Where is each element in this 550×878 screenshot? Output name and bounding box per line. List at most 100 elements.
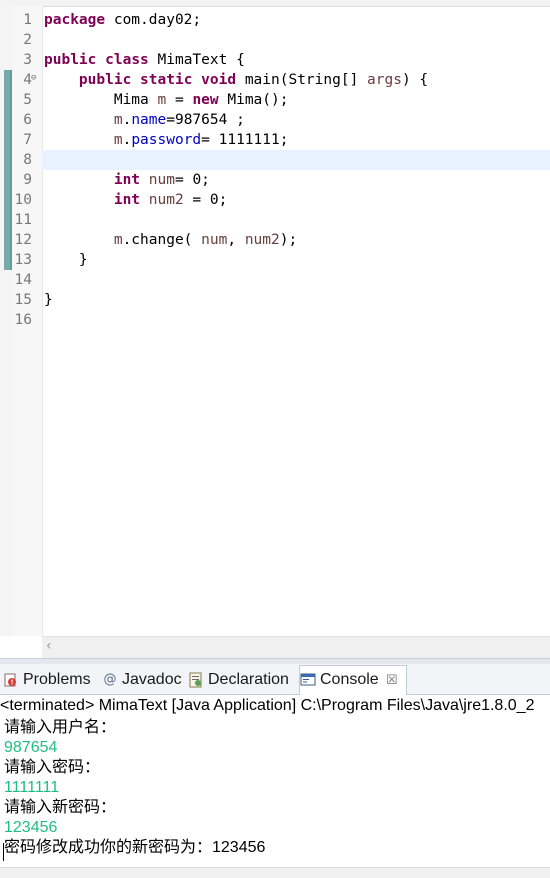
console-input-line: 1111111 bbox=[4, 779, 60, 796]
line-number: 6 bbox=[23, 112, 32, 128]
code-line[interactable]: 11 bbox=[0, 210, 550, 230]
keyword-token: void bbox=[201, 72, 237, 88]
code-token: . bbox=[122, 132, 132, 148]
code-token: = bbox=[166, 92, 193, 108]
problems-icon bbox=[3, 672, 19, 688]
code-text: } bbox=[44, 250, 88, 270]
code-editor[interactable]: 1 package com.day02; 2 3 public class MimaTe… bbox=[0, 0, 550, 660]
variable-token: m bbox=[113, 112, 123, 128]
tab-console[interactable]: Console ☒ bbox=[299, 665, 407, 696]
keyword-token: new bbox=[192, 92, 219, 108]
code-line[interactable]: 9 int num= 0; bbox=[0, 170, 550, 190]
close-icon[interactable]: ☒ bbox=[386, 666, 398, 693]
variable-token: args bbox=[367, 72, 402, 88]
text-caret bbox=[3, 843, 4, 861]
code-text: } bbox=[44, 290, 53, 310]
code-token: ) { bbox=[401, 72, 429, 88]
at-sign-icon: @ bbox=[103, 672, 117, 687]
scroll-corner bbox=[0, 636, 42, 658]
code-line[interactable]: 4 ⊖ public static void main(String[] args… bbox=[0, 70, 550, 90]
code-token: com.day02; bbox=[105, 12, 202, 28]
keyword-token: int bbox=[113, 172, 141, 188]
code-text: int num= 0; bbox=[44, 170, 210, 190]
line-number: 1 bbox=[23, 12, 32, 28]
tab-javadoc-label: Javadoc bbox=[122, 671, 182, 688]
code-token: =987654 ; bbox=[166, 112, 245, 128]
console-horizontal-scrollbar[interactable] bbox=[0, 867, 550, 878]
code-text: m.name=987654 ; bbox=[44, 110, 245, 130]
code-line[interactable]: 12 m.change( num, num2); bbox=[0, 230, 550, 250]
console-title: <terminated> MimaText [Java Application]… bbox=[0, 695, 550, 717]
code-line[interactable]: 2 bbox=[0, 30, 550, 50]
field-token: name bbox=[131, 112, 167, 128]
tab-javadoc[interactable]: @ Javadoc bbox=[102, 666, 182, 693]
code-line[interactable]: 13 } bbox=[0, 250, 550, 270]
line-number: 9 bbox=[23, 172, 32, 188]
code-line[interactable]: 5 Mima m = new Mima(); bbox=[0, 90, 550, 110]
code-line[interactable]: 14 bbox=[0, 270, 550, 290]
code-token: Mima(); bbox=[218, 92, 289, 108]
console-input-line: 987654 bbox=[4, 739, 58, 756]
tab-console-label: Console bbox=[320, 671, 379, 688]
tab-problems[interactable]: Problems bbox=[3, 666, 97, 693]
code-line[interactable]: 16 bbox=[0, 310, 550, 330]
line-number: 16 bbox=[14, 312, 32, 328]
code-text: public static void main(String[] args) { bbox=[44, 70, 428, 90]
code-line[interactable]: 7 m.password= 1111111; bbox=[0, 130, 550, 150]
line-number: 14 bbox=[14, 272, 32, 288]
code-token: = 1111111; bbox=[201, 132, 289, 148]
keyword-token: static bbox=[140, 72, 193, 88]
code-token: .change( bbox=[122, 232, 202, 248]
tab-declaration-label: Declaration bbox=[208, 671, 289, 688]
console-output[interactable]: 请输入用户名： 987654 请输入密码： 1111111 请输入新密码： 123456 密… bbox=[0, 717, 550, 867]
bottom-panel-tabs: Problems @ Javadoc Declaration Console ☒ bbox=[0, 664, 550, 696]
horizontal-scrollbar[interactable]: ‹ bbox=[42, 636, 550, 659]
variable-token: num bbox=[148, 172, 175, 188]
code-line[interactable]: 3 public class MimaText { bbox=[0, 50, 550, 70]
keyword-token: class bbox=[105, 52, 149, 68]
keyword-token: package bbox=[44, 12, 106, 28]
code-token: = 0; bbox=[174, 172, 210, 188]
variable-token: m bbox=[113, 132, 123, 148]
code-line[interactable]: 8 bbox=[0, 150, 550, 170]
keyword-token: public bbox=[44, 52, 97, 68]
variable-token: m bbox=[113, 232, 123, 248]
code-token: , bbox=[227, 232, 245, 248]
code-line[interactable]: 10 int num2 = 0; bbox=[0, 190, 550, 210]
code-line[interactable]: 6 m.name=987654 ; bbox=[0, 110, 550, 130]
code-token: Mima bbox=[44, 92, 158, 108]
code-token: = 0; bbox=[183, 192, 228, 208]
line-number: 10 bbox=[14, 192, 32, 208]
fold-collapse-icon[interactable]: ⊖ bbox=[31, 74, 40, 83]
code-token: ); bbox=[279, 232, 298, 248]
console-output-line: 请输入用户名： bbox=[4, 719, 117, 736]
code-token: } bbox=[44, 252, 88, 268]
variable-token: num2 bbox=[244, 232, 280, 248]
line-number: 8 bbox=[23, 152, 32, 168]
line-number: 4 bbox=[23, 72, 32, 88]
code-line[interactable]: 1 package com.day02; bbox=[0, 10, 550, 30]
code-token: MimaText { bbox=[148, 52, 245, 68]
line-number: 7 bbox=[23, 132, 32, 148]
code-text: m.change( num, num2); bbox=[44, 230, 297, 250]
console-icon bbox=[300, 672, 316, 688]
line-number: 13 bbox=[14, 252, 32, 268]
console-output-line: 请输入密码： bbox=[4, 759, 101, 776]
tab-problems-label: Problems bbox=[23, 671, 91, 688]
code-token: . bbox=[122, 112, 132, 128]
scroll-left-icon[interactable]: ‹ bbox=[46, 638, 52, 654]
editor-top-border bbox=[0, 0, 550, 7]
tab-declaration[interactable]: Declaration bbox=[188, 666, 296, 693]
line-number: 12 bbox=[14, 232, 32, 248]
code-line[interactable]: 15} bbox=[0, 290, 550, 310]
